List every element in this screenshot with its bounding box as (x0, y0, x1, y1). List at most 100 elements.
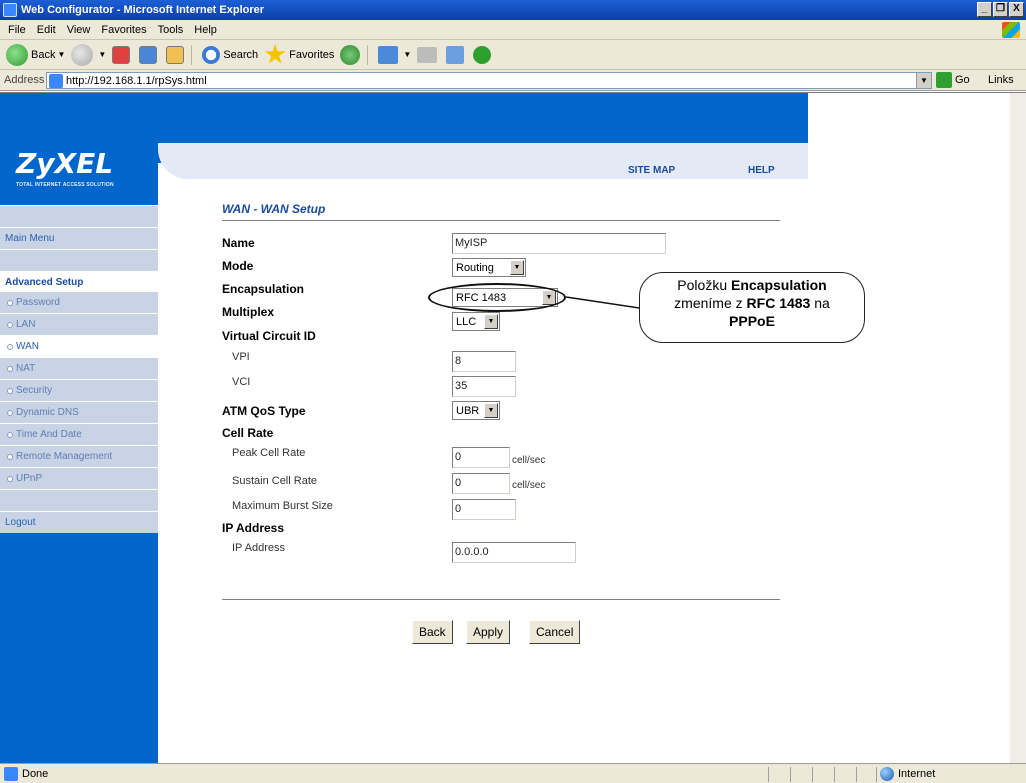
go-arrow-icon (936, 72, 952, 88)
edit-icon (446, 45, 465, 64)
go-button[interactable]: Go (936, 72, 970, 88)
divider (222, 220, 780, 221)
edit-button[interactable] (446, 45, 467, 64)
zyxel-logo: ZyXEL (16, 147, 114, 180)
zone-label: Internet (898, 768, 936, 780)
sidebar-item-label: UPnP (16, 473, 43, 484)
menu-favorites[interactable]: Favorites (101, 24, 146, 36)
sidebar-spacer (0, 489, 158, 511)
sidebar-item-time-and-date[interactable]: Time And Date (0, 423, 158, 445)
mode-value: Routing (456, 261, 494, 274)
sidebar-item-wan[interactable]: WAN (0, 335, 158, 357)
close-button[interactable]: X (1009, 2, 1024, 17)
name-label: Name (222, 236, 255, 250)
forward-arrow-icon (71, 43, 94, 66)
callout-highlight-oval (428, 283, 566, 312)
vertical-scrollbar[interactable] (1010, 93, 1026, 763)
name-input[interactable]: MyISP (452, 233, 666, 254)
menu-bar: File Edit View Favorites Tools Help (0, 20, 1026, 40)
header-band (158, 93, 808, 113)
sidebar-item-upnp[interactable]: UPnP (0, 467, 158, 489)
menu-edit[interactable]: Edit (37, 24, 56, 36)
status-segment (812, 767, 813, 782)
maximize-button[interactable]: ❐ (993, 2, 1008, 17)
sustain-cell-rate-input[interactable]: 0 (452, 473, 510, 494)
menu-file[interactable]: File (8, 24, 26, 36)
minimize-button[interactable]: _ (977, 2, 992, 17)
peak-cell-rate-label: Peak Cell Rate (232, 447, 306, 459)
sidebar-bottom-band (0, 533, 158, 763)
mode-select[interactable]: Routing ▼ (452, 258, 526, 277)
sidebar-spacer (0, 249, 158, 271)
status-segment (856, 767, 857, 782)
radio-icon (7, 387, 13, 394)
vpi-label: VPI (232, 351, 250, 363)
sidebar-item-remote-management[interactable]: Remote Management (0, 445, 158, 467)
messenger-button[interactable] (473, 45, 494, 64)
stop-button[interactable] (112, 45, 133, 64)
sidebar: ZyXEL TOTAL INTERNET ACCESS SOLUTION Mai… (0, 93, 158, 763)
vci-input[interactable]: 35 (452, 376, 516, 397)
sidebar-item-password[interactable]: Password (0, 291, 158, 313)
mail-button[interactable]: ▼ (378, 45, 411, 64)
atm-qos-select[interactable]: UBR ▼ (452, 401, 500, 420)
peak-cell-rate-input[interactable]: 0 (452, 447, 510, 468)
help-link[interactable]: HELP (748, 165, 775, 176)
ip-address-input[interactable]: 0.0.0.0 (452, 542, 576, 563)
multiplex-select[interactable]: LLC ▼ (452, 312, 500, 331)
atm-qos-value: UBR (456, 404, 480, 417)
apply-button[interactable]: Apply (466, 620, 511, 644)
sidebar-item-dynamic-dns[interactable]: Dynamic DNS (0, 401, 158, 423)
vpi-input[interactable]: 8 (452, 351, 516, 372)
virtual-circuit-header: Virtual Circuit ID (222, 329, 316, 343)
radio-icon (7, 475, 13, 482)
sidebar-logout[interactable]: Logout (0, 511, 158, 533)
vci-label: VCI (232, 376, 251, 388)
logo-tagline: TOTAL INTERNET ACCESS SOLUTION (16, 182, 114, 188)
multiplex-value: LLC (456, 315, 477, 328)
go-label: Go (955, 74, 970, 86)
page-done-icon (4, 766, 18, 781)
sidebar-logout-label: Logout (5, 517, 36, 528)
favorites-button[interactable]: Favorites (264, 43, 334, 66)
radio-icon (7, 365, 13, 372)
home-button[interactable] (166, 45, 187, 64)
status-segment (876, 767, 877, 782)
refresh-button[interactable] (139, 45, 160, 64)
sidebar-item-label: Time And Date (16, 429, 82, 440)
address-dropdown-icon[interactable]: ▼ (916, 73, 931, 88)
sidebar-item-label: Password (16, 297, 60, 308)
cell-rate-header: Cell Rate (222, 426, 274, 440)
home-icon (166, 45, 185, 64)
sidebar-main-menu[interactable]: Main Menu (0, 227, 158, 249)
status-segment (834, 767, 835, 782)
print-button[interactable] (417, 46, 440, 63)
menu-tools[interactable]: Tools (158, 24, 184, 36)
max-burst-size-input[interactable]: 0 (452, 499, 516, 520)
sidebar-item-nat[interactable]: NAT (0, 357, 158, 379)
sidebar-item-lan[interactable]: LAN (0, 313, 158, 335)
menu-view[interactable]: View (67, 24, 91, 36)
search-button[interactable]: Search (202, 45, 259, 64)
chevron-down-icon: ▼ (484, 403, 498, 418)
search-label: Search (223, 48, 259, 61)
back-form-button[interactable]: Back (412, 620, 453, 644)
site-map-link[interactable]: SITE MAP (628, 165, 675, 176)
sidebar-advanced-setup-label: Advanced Setup (5, 277, 84, 288)
window-controls: _ ❐ X (977, 2, 1024, 17)
page-viewport: ZyXEL TOTAL INTERNET ACCESS SOLUTION Mai… (0, 92, 1026, 763)
toolbar-separator (367, 44, 369, 65)
media-button[interactable] (340, 44, 363, 65)
cancel-button[interactable]: Cancel (529, 620, 581, 644)
menu-help[interactable]: Help (194, 24, 217, 36)
sidebar-item-security[interactable]: Security (0, 379, 158, 401)
radio-icon (7, 321, 13, 328)
callout-note: Položku Encapsulation zmeníme z RFC 1483… (639, 272, 865, 343)
status-bar: Done Internet (0, 763, 1026, 783)
back-button[interactable]: Back ▼ (6, 43, 65, 66)
globe-icon (880, 767, 894, 781)
links-button[interactable]: Links (988, 74, 1014, 86)
forward-button[interactable]: ▼ (71, 43, 106, 66)
address-bar: Address http://192.168.1.1/rpSys.html ▼ … (0, 70, 1026, 91)
address-input[interactable]: http://192.168.1.1/rpSys.html ▼ (46, 72, 932, 89)
